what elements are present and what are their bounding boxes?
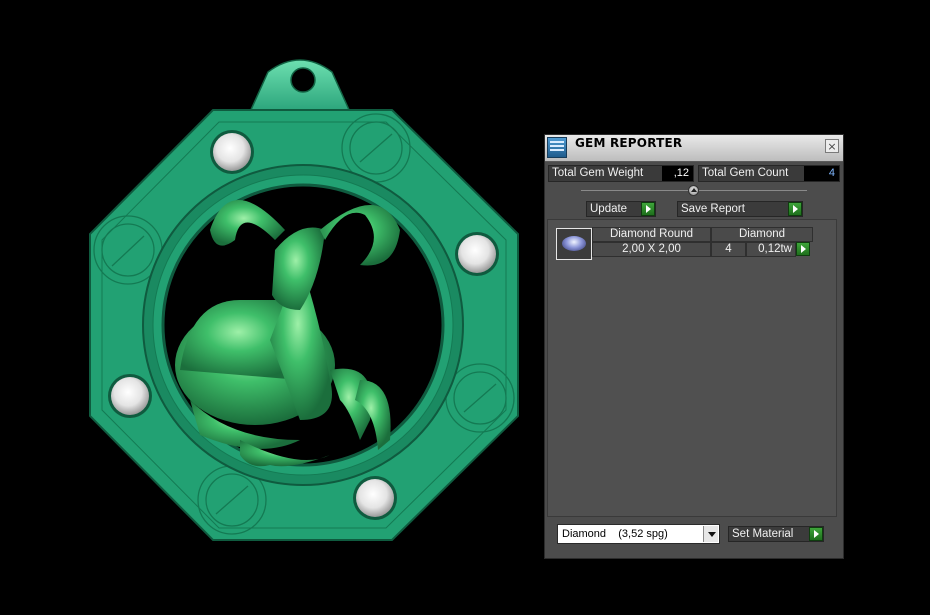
chevron-down-icon[interactable] — [703, 526, 718, 542]
play-arrow-icon[interactable] — [809, 527, 823, 541]
gem-size-cell: 2,00 X 2,00 — [592, 242, 711, 257]
close-icon[interactable]: × — [825, 139, 839, 153]
total-gem-count-label: Total Gem Count — [702, 167, 789, 179]
pendant-model — [89, 59, 519, 541]
set-material-button-label: Set Material — [732, 528, 794, 540]
update-button[interactable]: Update — [586, 201, 656, 217]
3d-viewport[interactable] — [0, 0, 540, 615]
gem-material-cell: Diamond — [711, 227, 813, 242]
play-arrow-icon[interactable] — [788, 202, 802, 216]
panel-title: GEM REPORTER — [575, 136, 683, 150]
update-button-label: Update — [590, 203, 628, 215]
panel-titlebar[interactable]: GEM REPORTER × — [545, 135, 843, 162]
save-report-button[interactable]: Save Report — [677, 201, 803, 217]
gem-thumbnail[interactable] — [556, 228, 592, 260]
total-gem-count-value: 4 — [804, 166, 839, 181]
play-arrow-icon[interactable] — [796, 242, 810, 256]
set-material-button[interactable]: Set Material — [728, 526, 824, 542]
diamond-icon — [562, 236, 586, 251]
gem-reporter-panel: GEM REPORTER × Total Gem Weight ,12 Tota… — [544, 134, 844, 559]
save-report-button-label: Save Report — [681, 203, 745, 215]
play-arrow-icon[interactable] — [641, 202, 655, 216]
total-gem-weight-label: Total Gem Weight — [552, 167, 644, 179]
gem-count-cell: 4 — [711, 242, 746, 257]
collapse-knob[interactable] — [688, 185, 699, 196]
gem-weight-cell: 0,12tw — [746, 242, 796, 257]
material-select[interactable]: Diamond (3,52 spg) — [557, 524, 720, 544]
total-gem-weight-field: Total Gem Weight ,12 — [548, 165, 694, 182]
gem-reporter-icon — [547, 137, 567, 158]
gem-list: Diamond Round Diamond 2,00 X 2,00 4 0,12… — [547, 219, 837, 517]
material-select-value: Diamond (3,52 spg) — [562, 528, 668, 540]
total-gem-weight-value: ,12 — [662, 166, 693, 181]
gem-shape-cell: Diamond Round — [592, 227, 711, 242]
total-gem-count-field: Total Gem Count 4 — [698, 165, 840, 182]
